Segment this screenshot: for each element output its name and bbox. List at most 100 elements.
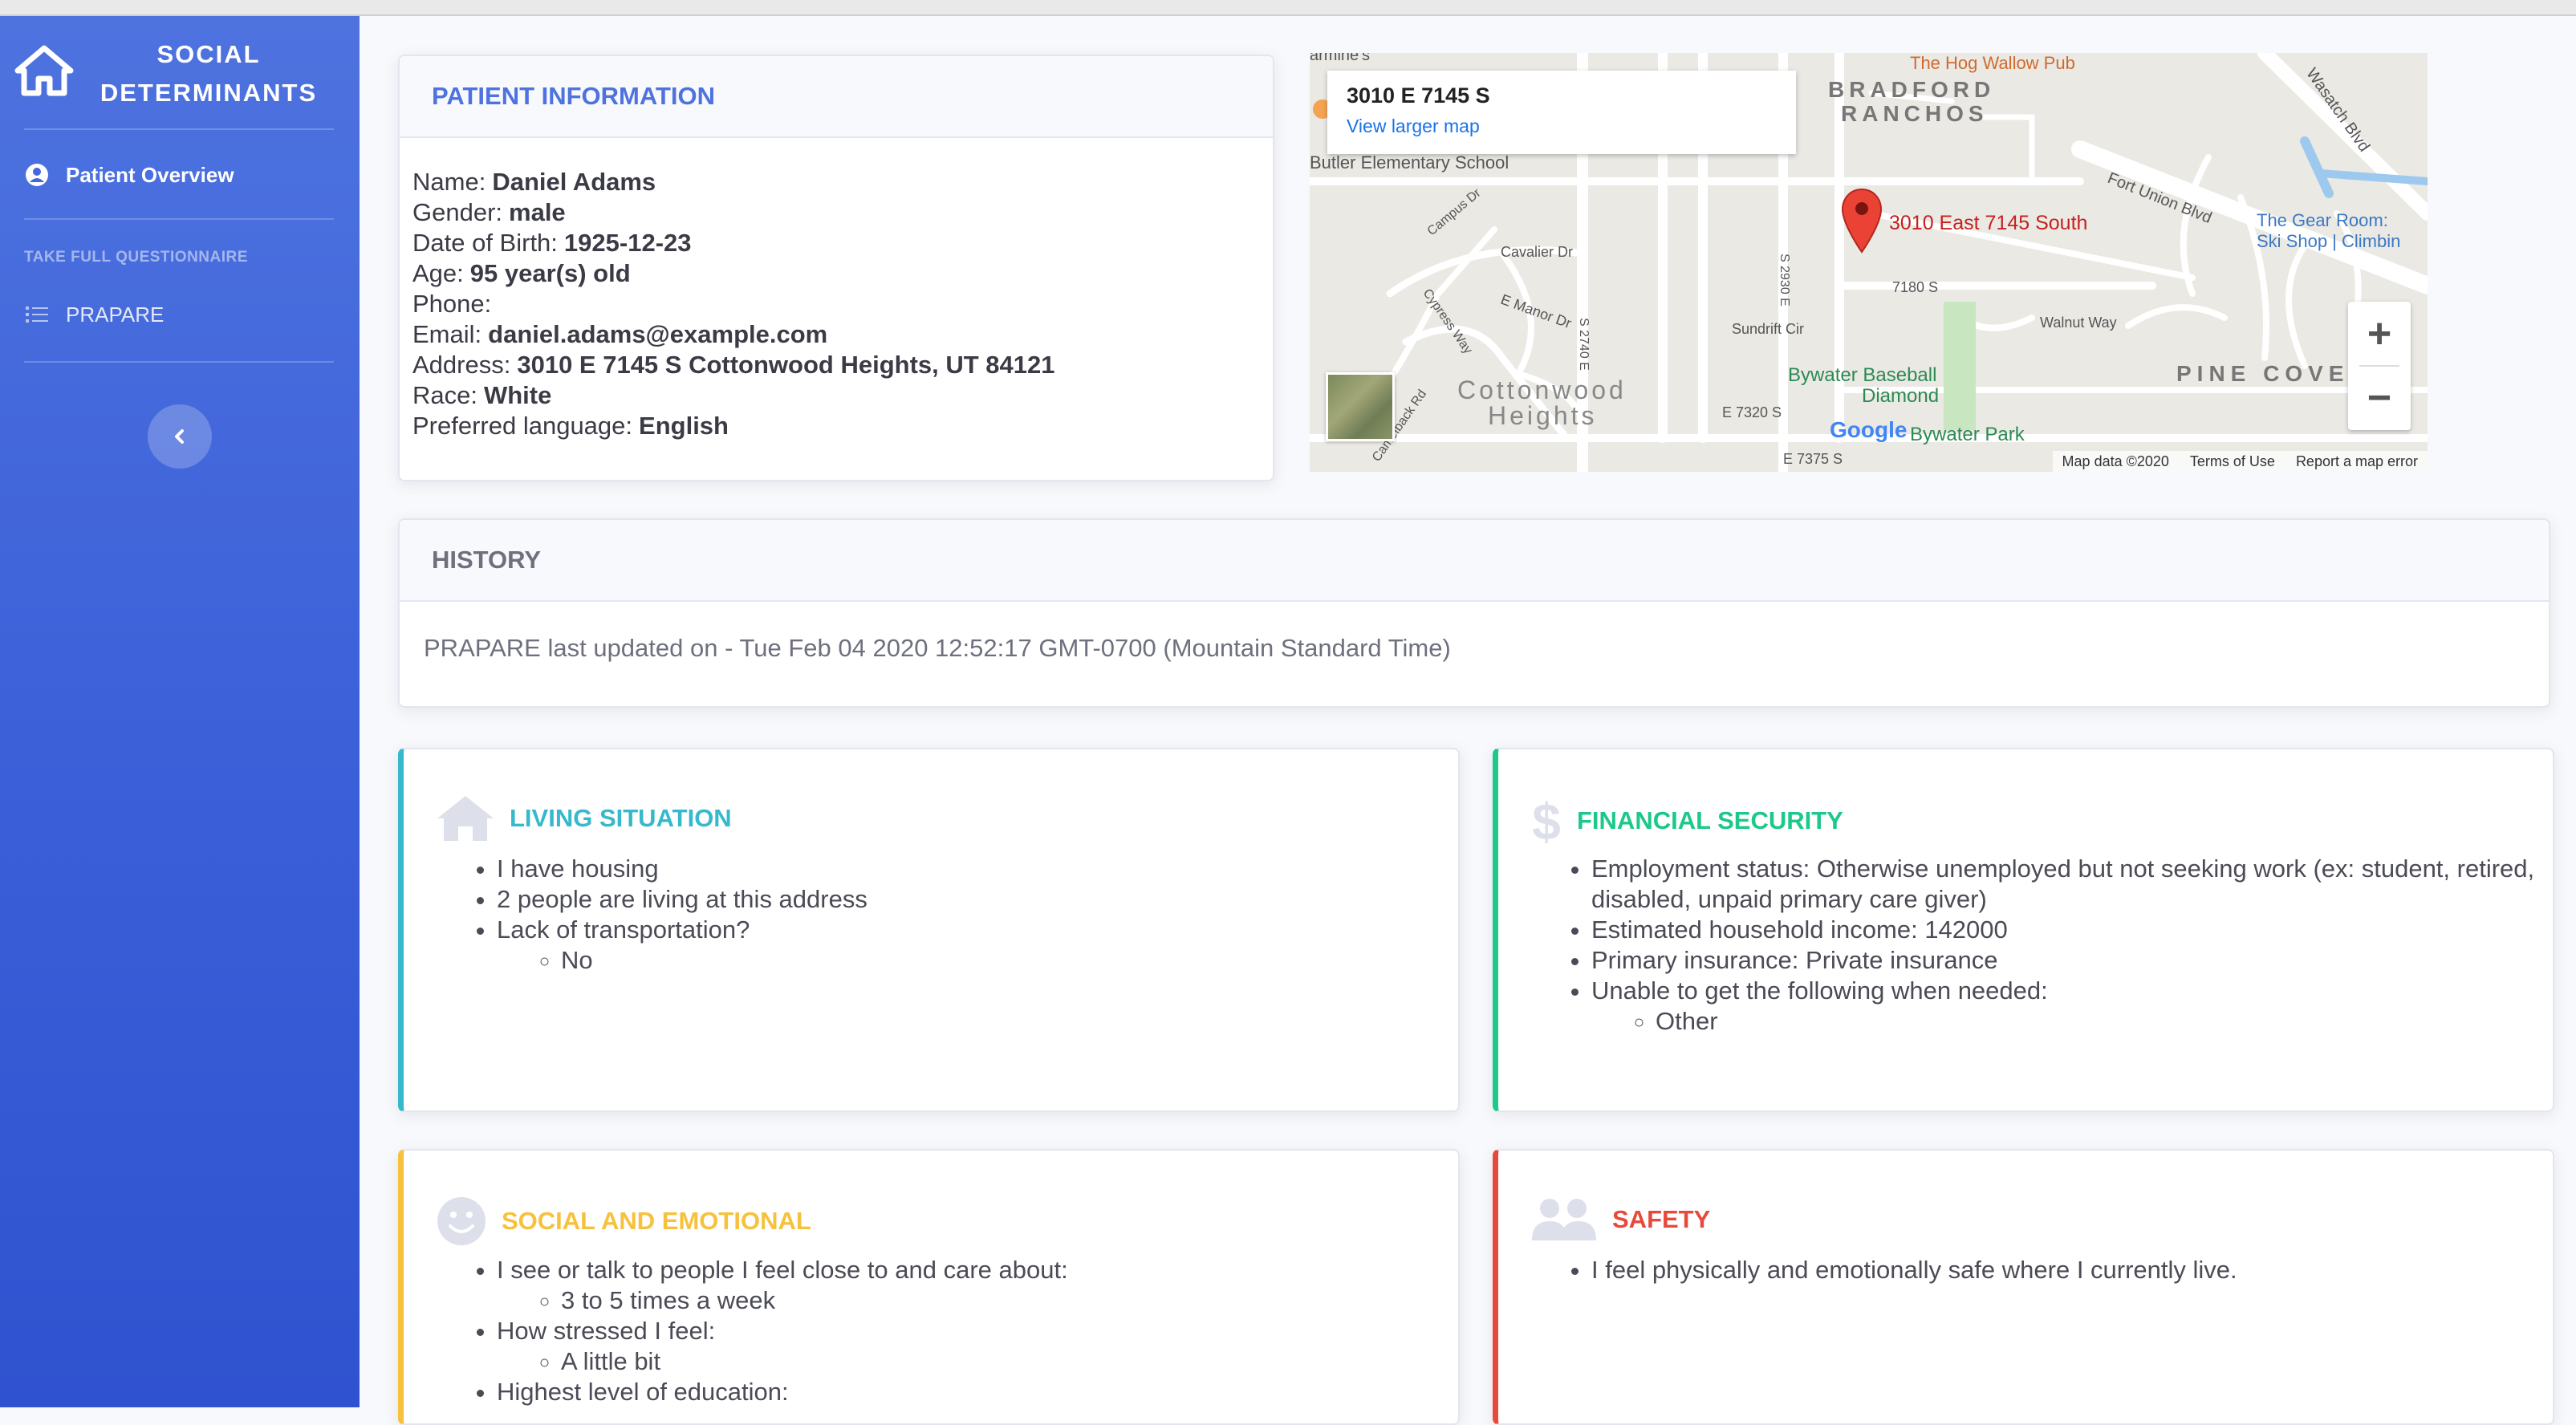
sidebar-item-label: Patient Overview: [66, 162, 234, 187]
sidebar-divider: [24, 218, 334, 220]
google-map[interactable]: armine's The Hog Wallow Pub BRADFORD RAN…: [1310, 53, 2428, 472]
map-label: Heights: [1488, 401, 1598, 430]
sidebar: SOCIAL DETERMINANTS Patient Overview TAK…: [0, 16, 360, 1407]
sidebar-item-label: PRAPARE: [66, 302, 165, 327]
home-icon: [14, 45, 74, 96]
list-sub-item: 3 to 5 times a week: [561, 1285, 1068, 1316]
brand-title: SOCIAL DETERMINANTS: [100, 40, 318, 107]
card-heading: SOCIAL AND EMOTIONAL: [436, 1196, 811, 1247]
history-card: HISTORY PRAPARE last updated on - Tue Fe…: [398, 518, 2550, 708]
map-label: Butler Elementary School: [1310, 152, 1509, 173]
card-title: FINANCIAL SECURITY: [1577, 806, 1843, 834]
safety-list: I feel physically and emotionally safe w…: [1562, 1255, 2237, 1285]
map-footer: Map data ©2020 Terms of Use Report a map…: [2052, 451, 2428, 472]
map-label: Bywater Baseball: [1788, 364, 1937, 386]
list-item: Lack of transportation? No: [497, 915, 867, 976]
patient-email-row: Email: daniel.adams@example.com: [412, 320, 828, 348]
list-icon: [26, 307, 48, 323]
card-header: PATIENT INFORMATION: [400, 56, 1273, 138]
list-item: Employment status: Otherwise unemployed …: [1591, 854, 2538, 915]
sidebar-item-prapare[interactable]: PRAPARE: [24, 302, 164, 327]
social-emotional-list: I see or talk to people I feel close to …: [468, 1255, 1068, 1407]
patient-information-card: PATIENT INFORMATION Name: Daniel Adams Ge…: [398, 55, 1274, 481]
google-logo: Google: [1830, 417, 1908, 442]
users-icon: [1532, 1199, 1596, 1240]
sidebar-heading: TAKE FULL QUESTIONNAIRE: [24, 249, 248, 266]
satellite-toggle-thumbnail[interactable]: [1326, 372, 1395, 441]
social-emotional-card: SOCIAL AND EMOTIONAL I see or talk to pe…: [398, 1149, 1460, 1425]
list-item: Highest level of education:: [497, 1377, 1068, 1407]
smile-icon: [437, 1197, 486, 1245]
patient-language-row: Preferred language: English: [412, 412, 729, 440]
list-item: Unable to get the following when needed:…: [1591, 976, 2538, 1037]
zoom-in-button[interactable]: +: [2348, 302, 2411, 366]
list-item: I have housing: [497, 854, 867, 884]
zoom-out-button[interactable]: −: [2348, 366, 2411, 430]
user-circle-icon: [26, 164, 48, 186]
sidebar-brand[interactable]: SOCIAL DETERMINANTS: [0, 16, 360, 128]
card-title: LIVING SITUATION: [510, 804, 732, 832]
financial-security-list: Employment status: Otherwise unemployed …: [1562, 854, 2538, 1037]
patient-race-row: Race: White: [412, 381, 552, 409]
map-label: Diamond: [1862, 385, 1940, 407]
list-item: Estimated household income: 142000: [1591, 915, 2538, 945]
living-situation-list: I have housing 2 people are living at th…: [468, 854, 867, 976]
list-sub-item: A little bit: [561, 1346, 1068, 1377]
map-label: 7180 S: [1892, 279, 1939, 295]
list-sub-item: No: [561, 945, 867, 976]
zoom-separator: [2359, 365, 2399, 367]
financial-security-card: $ FINANCIAL SECURITY Employment status: …: [1493, 748, 2554, 1112]
view-larger-map-link[interactable]: View larger map: [1347, 116, 1480, 137]
map-label: Bywater Park: [1910, 424, 2025, 445]
list-item: How stressed I feel: A little bit: [497, 1316, 1068, 1377]
browser-top-bar: [0, 0, 2576, 16]
map-label: E 7375 S: [1783, 451, 1843, 467]
map-info-window: 3010 E 7145 S View larger map: [1327, 71, 1796, 154]
list-sub-item: Other: [1656, 1006, 2538, 1037]
card-heading: LIVING SITUATION: [436, 794, 732, 842]
sidebar-divider: [24, 361, 334, 363]
card-header: HISTORY: [400, 520, 2549, 602]
map-label: Sundrift Cir: [1732, 321, 1805, 337]
sidebar-divider: [24, 128, 334, 130]
list-item: Primary insurance: Private insurance: [1591, 945, 2538, 976]
map-label: RANCHOS: [1841, 101, 1989, 126]
map-label: S 2930 E: [1778, 254, 1791, 307]
card-title: SAFETY: [1612, 1205, 1711, 1233]
dollar-icon: $: [1532, 794, 1561, 847]
map-label: Cavalier Dr: [1501, 244, 1574, 260]
home-icon: [437, 796, 494, 841]
safety-card: SAFETY I feel physically and emotionally…: [1493, 1149, 2554, 1425]
map-info-title: 3010 E 7145 S: [1347, 83, 1490, 108]
patient-phone-row: Phone:: [412, 290, 492, 318]
history-text: PRAPARE last updated on - Tue Feb 04 202…: [424, 634, 1451, 662]
card-heading: $ FINANCIAL SECURITY: [1530, 794, 1843, 847]
map-label: Walnut Way: [2040, 315, 2117, 331]
card-heading: SAFETY: [1530, 1196, 1710, 1244]
map-label: Ski Shop | Climbin: [2257, 231, 2401, 251]
map-report-link[interactable]: Report a map error: [2296, 453, 2418, 470]
patient-age-row: Age: 95 year(s) old: [412, 259, 631, 287]
map-terms-link[interactable]: Terms of Use: [2190, 453, 2275, 470]
map-zoom-control: + −: [2348, 302, 2411, 430]
patient-name-row: Name: Daniel Adams: [412, 168, 656, 196]
sidebar-item-patient-overview[interactable]: Patient Overview: [24, 162, 234, 188]
map-data-credit: Map data ©2020: [2062, 453, 2169, 469]
map-pin-icon[interactable]: [1841, 188, 1883, 254]
map-label: The Hog Wallow Pub: [1910, 53, 2075, 73]
card-title: SOCIAL AND EMOTIONAL: [502, 1207, 811, 1235]
svg-text:$: $: [1532, 794, 1561, 847]
map-label: The Gear Room:: [2257, 210, 2388, 230]
chevron-left-icon: [175, 429, 184, 444]
map-label: E 7320 S: [1722, 404, 1782, 420]
patient-address-row: Address: 3010 E 7145 S Cottonwood Heights…: [412, 351, 1055, 379]
sidebar-toggle-button[interactable]: [148, 404, 212, 469]
list-item: I feel physically and emotionally safe w…: [1591, 1255, 2237, 1285]
patient-details: Name: Daniel Adams Gender: male Date of Bi…: [400, 138, 1273, 441]
map-label: armine's: [1310, 53, 1370, 64]
map-label: S 2740 E: [1577, 318, 1591, 371]
living-situation-card: LIVING SITUATION I have housing 2 people…: [398, 748, 1460, 1112]
patient-dob-row: Date of Birth: 1925-12-23: [412, 229, 692, 257]
map-label: PINE COVE: [2176, 361, 2350, 386]
list-item: 2 people are living at this address: [497, 884, 867, 915]
